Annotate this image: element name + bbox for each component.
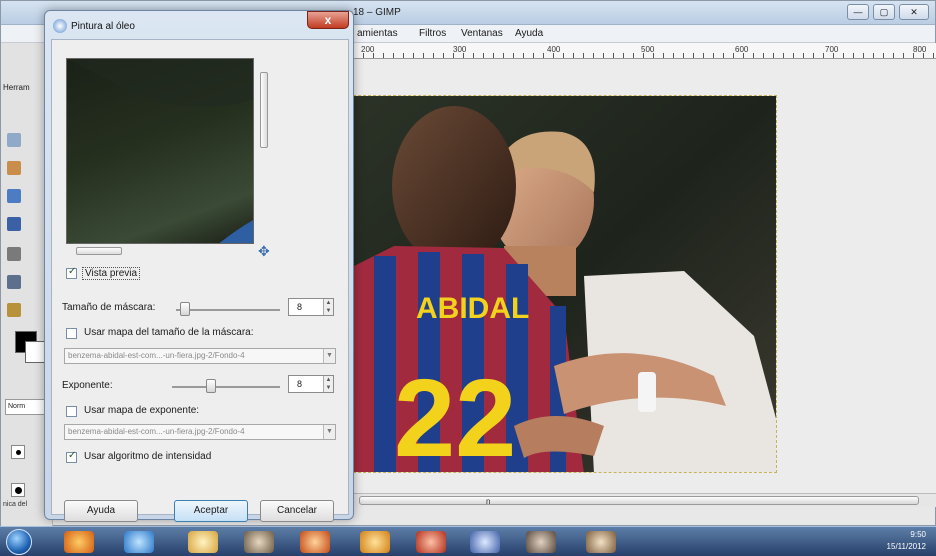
close-window-button[interactable]: ✕ [899, 4, 929, 20]
clock-time: 9:50 [910, 530, 926, 539]
brush-icon[interactable] [11, 445, 25, 459]
use-exponent-map-label: Usar mapa de exponente: [84, 405, 200, 416]
media-player-icon[interactable] [64, 531, 94, 553]
chevron-down-icon[interactable]: ▼ [323, 349, 335, 363]
tool-icon[interactable] [7, 247, 21, 261]
app-icon[interactable] [300, 531, 330, 553]
spin-arrows-icon[interactable]: ▲ ▼ [323, 299, 333, 315]
scrollbar-thumb[interactable]: n [359, 496, 919, 506]
browser-icon[interactable] [124, 531, 154, 553]
clock-date: 15/11/2012 [886, 542, 926, 551]
horizontal-ruler: 200 300 400 500 600 700 800 [353, 43, 936, 59]
image-canvas[interactable]: ABIDAL 22 [353, 59, 936, 493]
intensity-algorithm-checkbox[interactable] [66, 450, 77, 463]
toolbox-footer-text: nica del [3, 501, 28, 508]
word-icon[interactable] [470, 531, 500, 553]
preview-checkbox-label[interactable]: Vista previa [82, 267, 141, 280]
preview-checkbox[interactable] [66, 266, 77, 279]
menu-windows[interactable]: Ventanas [461, 28, 503, 39]
jersey-name-text: ABIDAL [416, 292, 529, 325]
use-exponent-map-checkbox[interactable] [66, 406, 77, 417]
jersey-number-text: 22 [394, 357, 516, 473]
mask-size-slider-track[interactable] [176, 309, 280, 311]
tool-icon[interactable] [7, 189, 21, 203]
dialog-title: Pintura al óleo [71, 21, 135, 32]
chevron-down-icon[interactable]: ▼ [323, 425, 335, 439]
tool-icon[interactable] [7, 133, 21, 147]
dialog-body: ✥ Vista previa Tamaño de máscara: 8 ▲▼ U… [51, 39, 349, 522]
exponent-label: Exponente: [62, 380, 113, 391]
windows-taskbar: 9:50 15/11/2012 [0, 526, 936, 556]
use-mask-map-checkbox[interactable] [66, 328, 77, 339]
mask-map-combo-text: benzema-abidal-est-com...-un-fiera.jpg-2… [68, 351, 245, 360]
ruler-ticks [353, 53, 936, 58]
mask-size-value: 8 [297, 302, 303, 312]
exponent-value: 8 [297, 379, 303, 389]
ok-button[interactable]: Aceptar [174, 500, 248, 522]
menu-help[interactable]: Ayuda [515, 28, 543, 39]
scrollbar-grip-label: n [486, 497, 491, 506]
exponent-map-combo-text: benzema-abidal-est-com...-un-fiera.jpg-2… [68, 427, 245, 436]
toolbox-tab[interactable]: Herram [3, 83, 30, 92]
photo-illustration: ABIDAL 22 [354, 96, 776, 473]
menu-tools[interactable]: amientas [357, 28, 398, 39]
navigate-icon[interactable]: ✥ [258, 244, 270, 258]
scrollbar-thumb[interactable] [260, 72, 268, 148]
tool-icon[interactable] [7, 303, 21, 317]
preview-illustration [67, 59, 253, 243]
gimp-window-icon[interactable] [586, 531, 616, 553]
mask-size-label: Tamaño de máscara: [62, 302, 156, 313]
start-button[interactable] [6, 529, 32, 555]
exponent-map-combo[interactable]: benzema-abidal-est-com...-un-fiera.jpg-2… [64, 424, 336, 440]
gimp-taskbar-icon[interactable] [244, 531, 274, 553]
gimp-icon [53, 19, 67, 33]
tool-icon[interactable] [7, 217, 21, 231]
minimize-button[interactable]: — [847, 4, 869, 20]
tool-icon[interactable] [7, 161, 21, 175]
exponent-spinbutton[interactable]: 8 ▲ ▼ [288, 375, 334, 393]
exponent-slider-knob[interactable] [206, 379, 216, 393]
menu-filters[interactable]: Filtros [419, 28, 446, 39]
cancel-button[interactable]: Cancelar [260, 500, 334, 522]
help-button[interactable]: Ayuda [64, 500, 138, 522]
preview-image[interactable] [66, 58, 254, 244]
app-icon[interactable] [360, 531, 390, 553]
preview-horizontal-scrollbar[interactable] [66, 246, 256, 256]
gimp-window-title: 18 – GIMP [353, 7, 401, 18]
oil-painting-dialog: Pintura al óleo x ✥ Vista previa Tamaño … [44, 10, 354, 522]
use-mask-map-label: Usar mapa del tamaño de la máscara: [84, 327, 254, 338]
mode-select[interactable]: Norm [5, 399, 45, 415]
tool-icon[interactable] [7, 275, 21, 289]
photo-image: ABIDAL 22 [353, 95, 777, 473]
preview-vertical-scrollbar[interactable] [258, 58, 270, 244]
scrollbar-thumb[interactable] [76, 247, 122, 255]
app-icon[interactable] [416, 531, 446, 553]
spin-arrows-icon[interactable]: ▲ ▼ [323, 376, 333, 392]
brush-icon[interactable] [11, 483, 25, 497]
mask-map-combo[interactable]: benzema-abidal-est-com...-un-fiera.jpg-2… [64, 348, 336, 364]
folder-icon[interactable] [188, 531, 218, 553]
exponent-slider-track[interactable] [172, 386, 280, 388]
tray-clock[interactable]: 9:50 15/11/2012 [887, 529, 926, 553]
intensity-algorithm-label: Usar algoritmo de intensidad [84, 451, 212, 462]
mask-size-spinbutton[interactable]: 8 ▲ ▼ [288, 298, 334, 316]
mask-size-slider-knob[interactable] [180, 302, 190, 316]
dialog-close-button[interactable]: x [307, 11, 349, 29]
image-viewer-icon[interactable] [526, 531, 556, 553]
canvas-horizontal-scrollbar[interactable]: n [353, 493, 936, 507]
maximize-button[interactable]: ▢ [873, 4, 895, 20]
